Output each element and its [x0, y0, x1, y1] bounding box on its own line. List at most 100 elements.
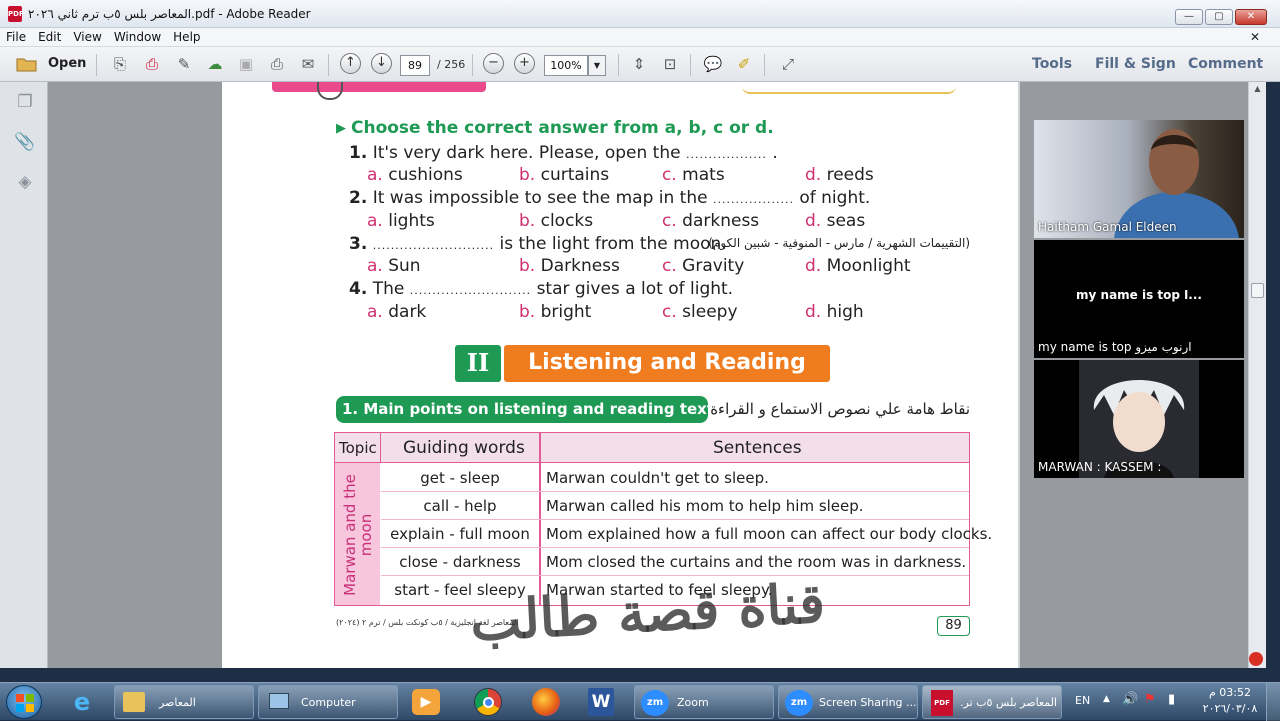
- comment-pane-link[interactable]: Comment: [1188, 56, 1263, 72]
- instruction-heading: Choose the correct answer from a, b, c o…: [351, 118, 774, 138]
- zoom-out-button[interactable]: −: [483, 53, 504, 74]
- close-button[interactable]: ✕: [1235, 9, 1267, 25]
- menu-help[interactable]: Help: [167, 28, 206, 46]
- menu-view[interactable]: View: [67, 28, 107, 46]
- clock-time[interactable]: 03:52 م: [1204, 686, 1256, 699]
- taskbar-zoom[interactable]: zm Zoom: [634, 685, 774, 719]
- sticky-note-icon[interactable]: 💬: [701, 53, 725, 75]
- edit-pdf-icon[interactable]: ✎: [172, 53, 196, 75]
- question-text-end: star gives a lot of light.: [536, 279, 734, 299]
- question-text-end: .: [772, 143, 778, 163]
- participant-name: my name is top ارنوب ميزو: [1038, 340, 1192, 354]
- firefox-icon[interactable]: [532, 688, 560, 716]
- vertical-scrollbar[interactable]: ▲ ▼: [1248, 82, 1266, 668]
- table-row-sentence: Marwan called his mom to help him sleep.: [546, 497, 864, 515]
- answer-blank: ...........................: [409, 284, 532, 297]
- media-player-icon[interactable]: ▶: [412, 689, 440, 715]
- participant-name: MARWAN : KASSEM :: [1038, 460, 1162, 474]
- header-mascot: [317, 82, 343, 100]
- open-label: Open: [48, 56, 87, 71]
- table-row-sentence: Mom closed the curtains and the room was…: [546, 553, 967, 571]
- scroll-up-icon[interactable]: ▲: [1252, 84, 1263, 93]
- title-bar: PDF المعاصر بلس ٥ب ترم ثاني ٢٠٢٦.pdf - A…: [0, 0, 1280, 28]
- table-row-words: close - darkness: [399, 553, 521, 571]
- zoom-input[interactable]: 100%: [544, 55, 588, 76]
- windows-taskbar: e المعاصر Computer ▶ W zm Zoom zm Screen…: [0, 682, 1280, 721]
- menu-edit[interactable]: Edit: [32, 28, 67, 46]
- volume-icon[interactable]: 🔊: [1122, 692, 1138, 707]
- zoom-icon: zm: [785, 690, 813, 716]
- taskbar-screen-sharing[interactable]: zm Screen Sharing ...: [778, 685, 918, 719]
- option-a: a. lights: [367, 211, 435, 231]
- pages-icon[interactable]: ❐: [14, 92, 36, 114]
- fullscreen-icon[interactable]: ⤢: [776, 53, 800, 75]
- answer-blank: ...........................: [372, 239, 495, 252]
- internet-explorer-icon[interactable]: e: [66, 686, 98, 718]
- participant-video-1[interactable]: Haitham Gamal Eldeen: [1034, 120, 1244, 238]
- minimize-button[interactable]: —: [1175, 9, 1203, 25]
- fit-width-icon[interactable]: ⊡: [658, 53, 682, 75]
- option-a: a. Sun: [367, 256, 421, 276]
- document-close-button[interactable]: ✕: [1250, 30, 1260, 44]
- upload-cloud-icon[interactable]: ☁: [203, 53, 227, 75]
- triangle-bullet-icon: ▶: [336, 121, 346, 136]
- question-number: 1.: [349, 143, 368, 163]
- fit-page-icon[interactable]: ⇕: [627, 53, 651, 75]
- page-total: / 256: [437, 58, 466, 71]
- previous-page-button[interactable]: ↑: [340, 53, 361, 74]
- menu-bar: File Edit View Window Help ✕: [0, 28, 1280, 47]
- option-c: c. sleepy: [662, 302, 738, 322]
- open-button[interactable]: Open: [12, 53, 102, 76]
- clock-date[interactable]: ٢٠٢٦/٠٣/٠٨: [1200, 702, 1260, 715]
- print-icon[interactable]: ⎙: [265, 53, 289, 75]
- zoom-icon: zm: [641, 690, 669, 716]
- language-indicator[interactable]: EN: [1075, 694, 1090, 707]
- option-b: b. bright: [519, 302, 592, 322]
- page-number-input[interactable]: 89: [400, 55, 430, 76]
- page-number-badge: 89: [937, 616, 970, 636]
- show-desktop-button[interactable]: [1266, 683, 1280, 721]
- question-text: It's very dark here. Please, open the: [372, 143, 681, 163]
- save-icon[interactable]: ▣: [234, 53, 258, 75]
- participant-tile-2[interactable]: my name is top ا... my name is top ارنوب…: [1034, 240, 1244, 358]
- taskbar-explorer-folder[interactable]: المعاصر: [114, 685, 254, 719]
- next-page-button[interactable]: ↓: [371, 53, 392, 74]
- maximize-button[interactable]: ▢: [1205, 9, 1233, 25]
- export-pdf-icon[interactable]: ⎙: [140, 53, 164, 75]
- zoom-in-button[interactable]: +: [514, 53, 535, 74]
- header-sentences: Sentences: [713, 438, 802, 458]
- zoom-dropdown-icon[interactable]: ▼: [588, 55, 606, 76]
- highlight-icon[interactable]: ✐: [732, 53, 756, 75]
- folder-icon: [123, 692, 145, 712]
- chrome-icon[interactable]: [474, 688, 502, 716]
- answer-blank: ..................: [685, 148, 767, 161]
- word-icon[interactable]: W: [588, 688, 614, 716]
- email-icon[interactable]: ✉: [296, 53, 320, 75]
- scroll-thumb[interactable]: [1251, 283, 1264, 298]
- question-number: 4.: [349, 279, 368, 299]
- menu-window[interactable]: Window: [108, 28, 167, 46]
- question-text: It was impossible to see the map in the: [372, 188, 708, 208]
- action-center-icon[interactable]: ⚑: [1144, 692, 1156, 707]
- taskbar-computer[interactable]: Computer: [258, 685, 398, 719]
- webcam-panel: Haitham Gamal Eldeen my name is top ا...…: [1034, 120, 1244, 478]
- tools-pane-link[interactable]: Tools: [1032, 56, 1072, 72]
- option-d: d. reeds: [805, 165, 874, 185]
- participant-tile-3[interactable]: MARWAN : KASSEM :: [1034, 360, 1244, 478]
- menu-file[interactable]: File: [0, 28, 32, 46]
- question-3: 3. ........................... is the li…: [349, 234, 727, 254]
- question-number: 3.: [349, 234, 368, 254]
- answer-blank: ..................: [713, 193, 794, 206]
- start-button[interactable]: [6, 685, 42, 719]
- header-ornament: [742, 82, 956, 94]
- attachments-icon[interactable]: 📎: [14, 132, 36, 154]
- create-pdf-icon[interactable]: ⎘: [108, 53, 132, 75]
- window-title: المعاصر بلس ٥ب ترم ثاني ٢٠٢٦.pdf - Adobe…: [28, 7, 311, 21]
- layers-icon[interactable]: ◈: [14, 172, 36, 194]
- fill-sign-pane-link[interactable]: Fill & Sign: [1095, 56, 1176, 72]
- taskbar-adobe-reader[interactable]: PDF المعاصر بلس ٥ب تر...: [922, 685, 1062, 719]
- participant-display-name: my name is top ا...: [1076, 288, 1202, 302]
- question-1: 1. It's very dark here. Please, open the…: [349, 143, 778, 163]
- tray-expand-icon[interactable]: ▲: [1103, 694, 1110, 704]
- network-icon[interactable]: ▮: [1168, 692, 1175, 707]
